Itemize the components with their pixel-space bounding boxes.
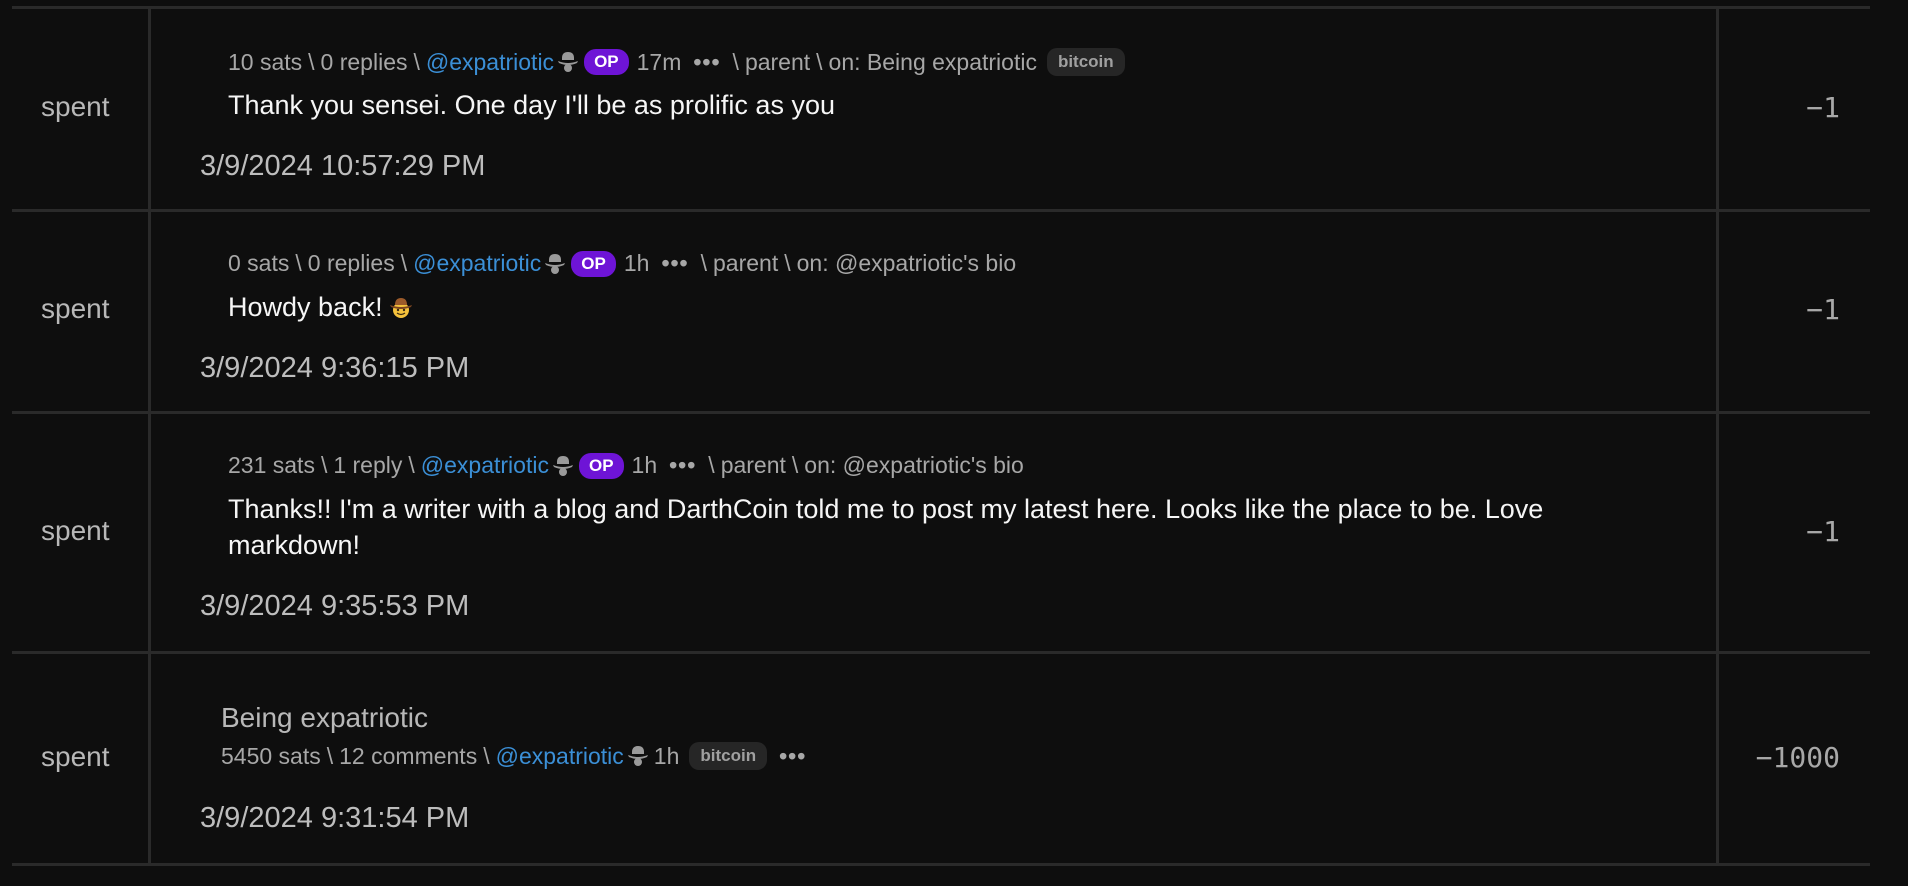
user-link[interactable]: @expatriotic: [496, 743, 624, 770]
comment-text: Howdy back!: [228, 292, 383, 322]
separator: \: [295, 250, 302, 276]
parent-link[interactable]: parent: [713, 250, 778, 277]
comment-text: Thank you sensei. One day I'll be as pro…: [228, 90, 835, 120]
timestamp: 3/9/2024 9:35:53 PM: [200, 590, 470, 622]
separator: \: [413, 48, 420, 75]
separator: \: [708, 452, 715, 478]
op-badge: OP: [584, 49, 629, 75]
root-link[interactable]: on: Being expatriotic: [829, 49, 1037, 76]
comment-text: Thanks!! I'm a writer with a blog and Da…: [228, 494, 1544, 560]
amount: −1000: [1755, 741, 1840, 774]
parent-link[interactable]: parent: [745, 49, 810, 76]
transaction-type: spent: [41, 515, 110, 546]
amount: −1: [1806, 91, 1840, 124]
column-divider: [148, 9, 151, 209]
column-divider: [148, 212, 151, 411]
sub-tag[interactable]: bitcoin: [689, 742, 768, 770]
column-divider: [148, 414, 151, 651]
ledger-row: spent 0 sats \ 0 replies \ @expatriotic …: [12, 212, 1870, 414]
user-link[interactable]: @expatriotic: [413, 250, 541, 277]
amount: −1: [1806, 293, 1840, 326]
column-divider: [1716, 654, 1719, 863]
column-divider: [1716, 414, 1719, 651]
transaction-type: spent: [41, 91, 110, 122]
item-meta: 5450 sats \ 12 comments \ @expatriotic 1…: [221, 742, 812, 770]
item-age[interactable]: 1h: [624, 250, 650, 277]
separator: \: [784, 250, 791, 276]
root-link[interactable]: on: @expatriotic's bio: [804, 452, 1024, 479]
transaction-type: spent: [41, 293, 110, 324]
more-options-icon[interactable]: •••: [669, 452, 696, 479]
user-link[interactable]: @expatriotic: [421, 452, 549, 479]
item-age[interactable]: 1h: [632, 452, 658, 479]
column-divider: [148, 654, 151, 863]
ledger-row: spent Being expatriotic 5450 sats \ 12 c…: [12, 654, 1870, 866]
replies-link[interactable]: 0 replies: [308, 250, 395, 277]
replies-link[interactable]: 1 reply: [333, 452, 402, 479]
sub-tag[interactable]: bitcoin: [1046, 48, 1125, 76]
op-badge: OP: [578, 452, 624, 479]
parent-link[interactable]: parent: [721, 452, 786, 479]
cowboy-hat-icon: [545, 253, 566, 274]
timestamp: 3/9/2024 10:57:29 PM: [200, 150, 486, 182]
sats-count: 10 sats: [228, 48, 303, 75]
user-link[interactable]: @expatriotic: [426, 49, 554, 76]
sats-count: 0 sats: [228, 250, 290, 276]
separator: \: [408, 452, 415, 478]
timestamp: 3/9/2024 9:31:54 PM: [200, 802, 470, 834]
separator: \: [400, 250, 408, 276]
post-title[interactable]: Being expatriotic: [221, 702, 428, 734]
separator: \: [700, 250, 707, 276]
column-divider: [1716, 9, 1719, 209]
separator: \: [326, 742, 334, 769]
timestamp: 3/9/2024 9:36:15 PM: [200, 352, 470, 384]
comment-body: Howdy back!: [228, 289, 1648, 325]
separator: \: [320, 452, 328, 478]
cowboy-face-emoji: [389, 298, 412, 318]
item-meta: 0 sats \ 0 replies \ @expatriotic OP 1h …: [228, 250, 1016, 277]
item-meta: 10 sats \ 0 replies \ @expatriotic OP 17…: [228, 48, 1125, 76]
separator: \: [732, 48, 739, 75]
ledger-row: spent 231 sats \ 1 reply \ @expatriotic …: [12, 414, 1870, 654]
more-options-icon[interactable]: •••: [661, 250, 688, 277]
more-options-icon[interactable]: •••: [779, 743, 806, 770]
root-link[interactable]: on: @expatriotic's bio: [797, 250, 1017, 277]
item-age[interactable]: 1h: [654, 743, 680, 770]
sats-count: 231 sats: [228, 452, 315, 478]
sats-count: 5450 sats: [221, 742, 321, 769]
comments-link[interactable]: 12 comments: [339, 743, 477, 770]
op-badge: OP: [571, 250, 616, 277]
cowboy-hat-icon: [552, 455, 573, 476]
item-age[interactable]: 17m: [637, 49, 682, 76]
ledger-row: spent 10 sats \ 0 replies \ @expatriotic…: [12, 9, 1870, 212]
more-options-icon[interactable]: •••: [693, 49, 720, 76]
cowboy-hat-icon: [627, 746, 648, 766]
cowboy-hat-icon: [558, 52, 579, 72]
separator: \: [483, 742, 490, 769]
separator: \: [308, 48, 315, 75]
separator: \: [816, 48, 823, 75]
replies-link[interactable]: 0 replies: [321, 49, 408, 76]
transaction-type: spent: [41, 741, 110, 772]
item-meta: 231 sats \ 1 reply \ @expatriotic OP 1h …: [228, 452, 1024, 479]
column-divider: [1716, 212, 1719, 411]
amount: −1: [1806, 515, 1840, 548]
separator: \: [791, 452, 799, 478]
